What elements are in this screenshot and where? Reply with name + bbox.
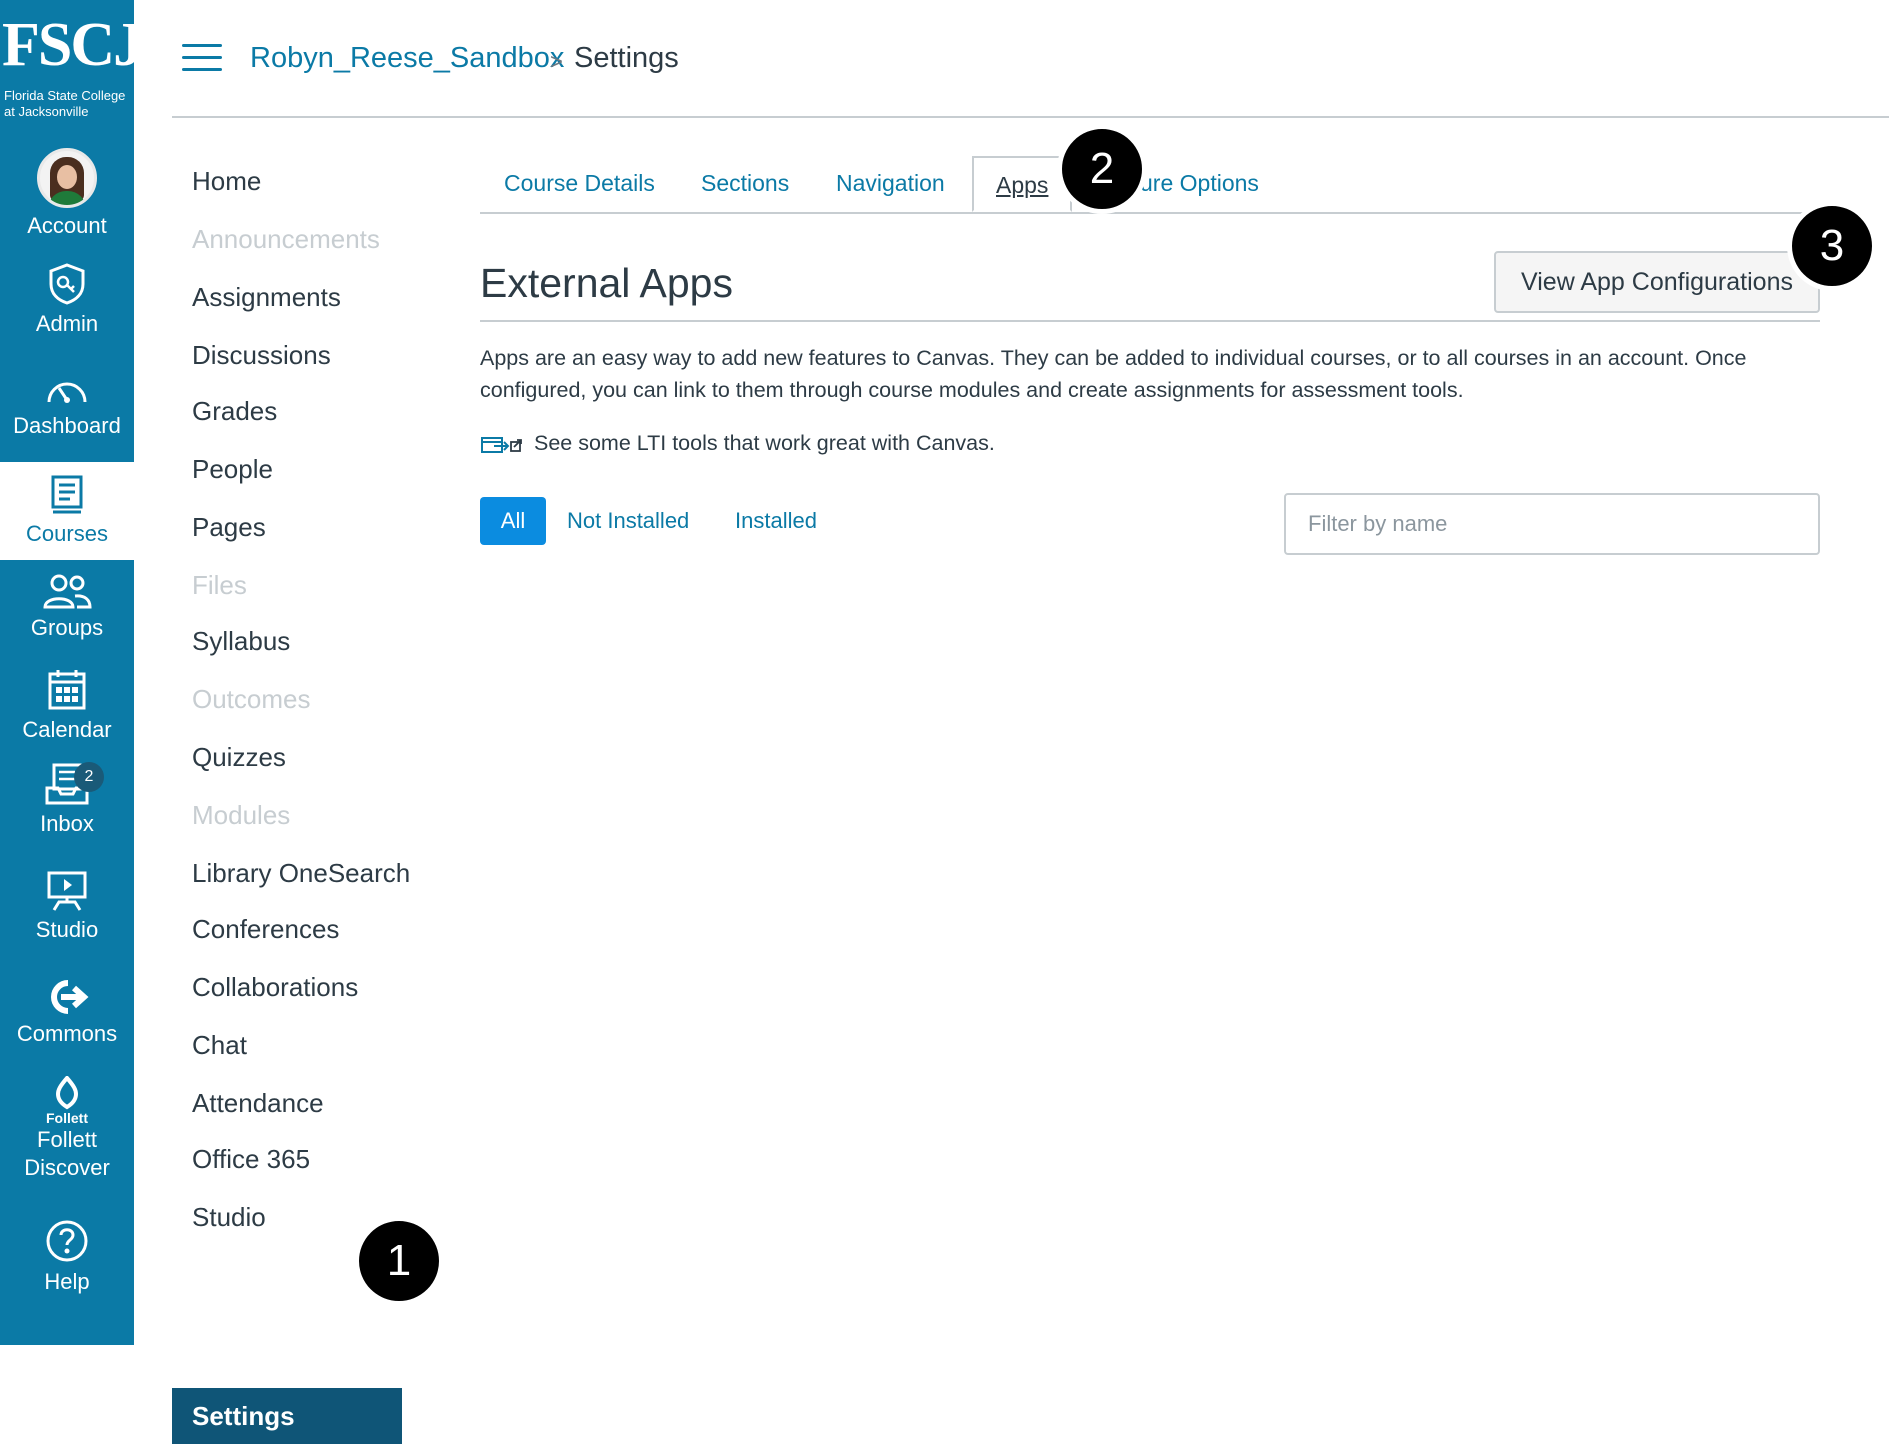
shield-icon	[49, 263, 85, 305]
global-nav-studio[interactable]: Studio	[0, 870, 134, 944]
course-nav-office-365[interactable]: Office 365	[192, 1142, 310, 1176]
global-nav-courses[interactable]: Courses	[0, 462, 134, 560]
global-nav-label: Inbox	[40, 811, 94, 836]
people-icon	[43, 574, 92, 609]
logo-wordmark: FSCJ	[2, 11, 144, 79]
global-nav-help[interactable]: Help	[0, 1218, 134, 1296]
global-nav-account[interactable]: Account	[0, 148, 134, 240]
breadcrumb-current: Settings	[574, 42, 679, 74]
course-nav-studio[interactable]: Studio	[192, 1200, 266, 1234]
breadcrumb-course-link[interactable]: Robyn_Reese_Sandbox	[250, 40, 564, 76]
tab-navigation[interactable]: Navigation	[836, 168, 945, 198]
global-nav-groups[interactable]: Groups	[0, 572, 134, 642]
course-nav-library-onesearch[interactable]: Library OneSearch	[192, 856, 410, 890]
avatar	[37, 148, 97, 208]
global-nav-calendar[interactable]: Calendar	[0, 668, 134, 744]
course-nav-files[interactable]: Files	[192, 568, 247, 602]
course-nav-settings[interactable]: Settings	[172, 1388, 402, 1444]
course-nav-people[interactable]: People	[192, 452, 273, 486]
page-title: External Apps	[480, 260, 733, 306]
course-nav-modules[interactable]: Modules	[192, 798, 290, 832]
global-nav-inbox[interactable]: 2 Inbox	[0, 762, 134, 838]
title-divider	[480, 320, 1820, 322]
logo-subtitle: Florida State College at Jacksonville	[4, 88, 126, 119]
share-arrow-icon	[51, 980, 89, 1014]
global-nav-label: Commons	[16, 1021, 118, 1046]
global-nav-label: Follett Discover	[24, 1127, 110, 1180]
lti-tools-link-text: See some LTI tools that work great with …	[533, 431, 995, 455]
global-nav-label: Calendar	[22, 717, 112, 742]
view-app-configurations-button[interactable]: View App Configurations	[1494, 251, 1820, 313]
fscj-logo[interactable]: FSCJ Florida State College at Jacksonvil…	[0, 0, 144, 130]
course-nav-syllabus[interactable]: Syllabus	[192, 624, 290, 658]
global-navigation: FSCJ Florida State College at Jacksonvil…	[0, 0, 144, 1345]
global-nav-label: Groups	[30, 615, 104, 640]
filter-installed-button[interactable]: Installed	[735, 497, 817, 545]
settings-tabs: Course Details Sections Navigation Apps …	[480, 156, 1820, 214]
external-link-icon	[481, 437, 522, 454]
course-nav-grades[interactable]: Grades	[192, 394, 277, 428]
breadcrumb-separator: >	[550, 49, 563, 74]
course-nav-quizzes[interactable]: Quizzes	[192, 740, 286, 774]
global-nav-dashboard[interactable]: Dashboard	[0, 374, 134, 440]
course-nav-assignments[interactable]: Assignments	[192, 280, 341, 314]
gauge-icon	[47, 382, 87, 403]
global-nav-label: Courses	[26, 521, 108, 546]
unread-count-badge: 2	[74, 762, 104, 792]
tab-course-details[interactable]: Course Details	[504, 168, 655, 198]
course-nav-outcomes[interactable]: Outcomes	[192, 682, 311, 716]
callout-3: 3	[1787, 201, 1877, 291]
presentation-icon	[47, 871, 87, 911]
global-nav-label: Studio	[35, 917, 99, 942]
global-nav-label: Account	[27, 213, 107, 238]
lti-tools-link[interactable]: See some LTI tools that work great with …	[480, 428, 995, 458]
filter-not-installed-button[interactable]: Not Installed	[567, 497, 689, 545]
course-nav-attendance[interactable]: Attendance	[192, 1086, 324, 1120]
callout-1: 1	[354, 1216, 444, 1306]
calendar-icon	[48, 670, 86, 710]
global-nav-label: Admin	[35, 311, 99, 336]
course-nav-conferences[interactable]: Conferences	[192, 912, 339, 946]
question-icon	[46, 1220, 88, 1262]
filter-all-button[interactable]: All	[480, 497, 546, 545]
callout-2: 2	[1057, 124, 1147, 214]
course-nav-announcements[interactable]: Announcements	[192, 222, 380, 256]
follett-wordmark: Follett	[46, 1110, 88, 1126]
course-nav-discussions[interactable]: Discussions	[192, 338, 331, 372]
course-nav-home[interactable]: Home	[192, 164, 261, 198]
tab-sections[interactable]: Sections	[701, 168, 789, 198]
filter-by-name-input[interactable]	[1284, 493, 1820, 555]
global-nav-label: Help	[44, 1269, 90, 1294]
course-nav-chat[interactable]: Chat	[192, 1028, 247, 1062]
hamburger-menu-icon[interactable]	[182, 44, 222, 74]
tab-feature-options[interactable]: ure Options	[1140, 168, 1259, 198]
apps-description: Apps are an easy way to add new features…	[480, 346, 1747, 402]
course-nav-collaborations[interactable]: Collaborations	[192, 970, 358, 1004]
book-icon	[51, 475, 83, 514]
follett-icon	[55, 1076, 79, 1110]
course-nav-pages[interactable]: Pages	[192, 510, 266, 544]
global-nav-follett-discover[interactable]: Follett Follett Discover	[0, 1076, 134, 1182]
global-nav-admin[interactable]: Admin	[0, 262, 134, 338]
page-header: Robyn_Reese_Sandbox > Settings	[172, 0, 1889, 118]
global-nav-commons[interactable]: Commons	[0, 978, 134, 1048]
global-nav-label: Dashboard	[13, 413, 121, 438]
